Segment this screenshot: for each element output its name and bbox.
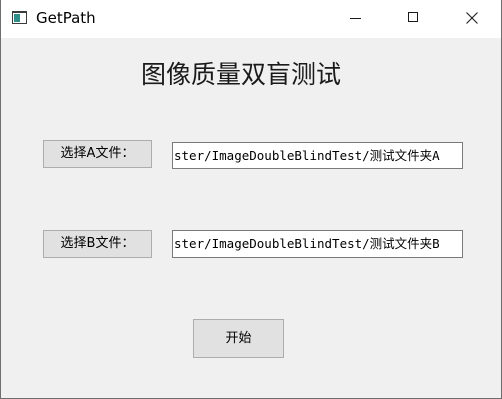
minimize-icon: [350, 18, 361, 19]
select-b-file-button[interactable]: 选择B文件：: [43, 230, 152, 258]
start-button[interactable]: 开始: [193, 319, 284, 358]
window-title: GetPath: [36, 9, 96, 27]
path-a-field[interactable]: ster/ImageDoubleBlindTest/测试文件夹A: [172, 142, 463, 169]
minimize-button[interactable]: [341, 0, 387, 38]
maximize-button[interactable]: [388, 0, 434, 38]
maximize-icon: [408, 12, 418, 22]
page-title: 图像质量双盲测试: [140, 60, 341, 89]
path-b-value: ster/ImageDoubleBlindTest/测试文件夹B: [174, 236, 440, 251]
close-button[interactable]: [448, 0, 494, 38]
close-icon: [466, 12, 478, 24]
path-b-field[interactable]: ster/ImageDoubleBlindTest/测试文件夹B: [172, 230, 463, 258]
title-bar[interactable]: GetPath: [1, 0, 501, 38]
select-a-file-button[interactable]: 选择A文件：: [43, 140, 152, 168]
app-window-icon: [12, 11, 27, 24]
app-window: GetPath 图像质量双盲测试 选择A文件： ster/ImageDouble…: [0, 0, 502, 399]
path-a-value: ster/ImageDoubleBlindTest/测试文件夹A: [174, 148, 440, 163]
